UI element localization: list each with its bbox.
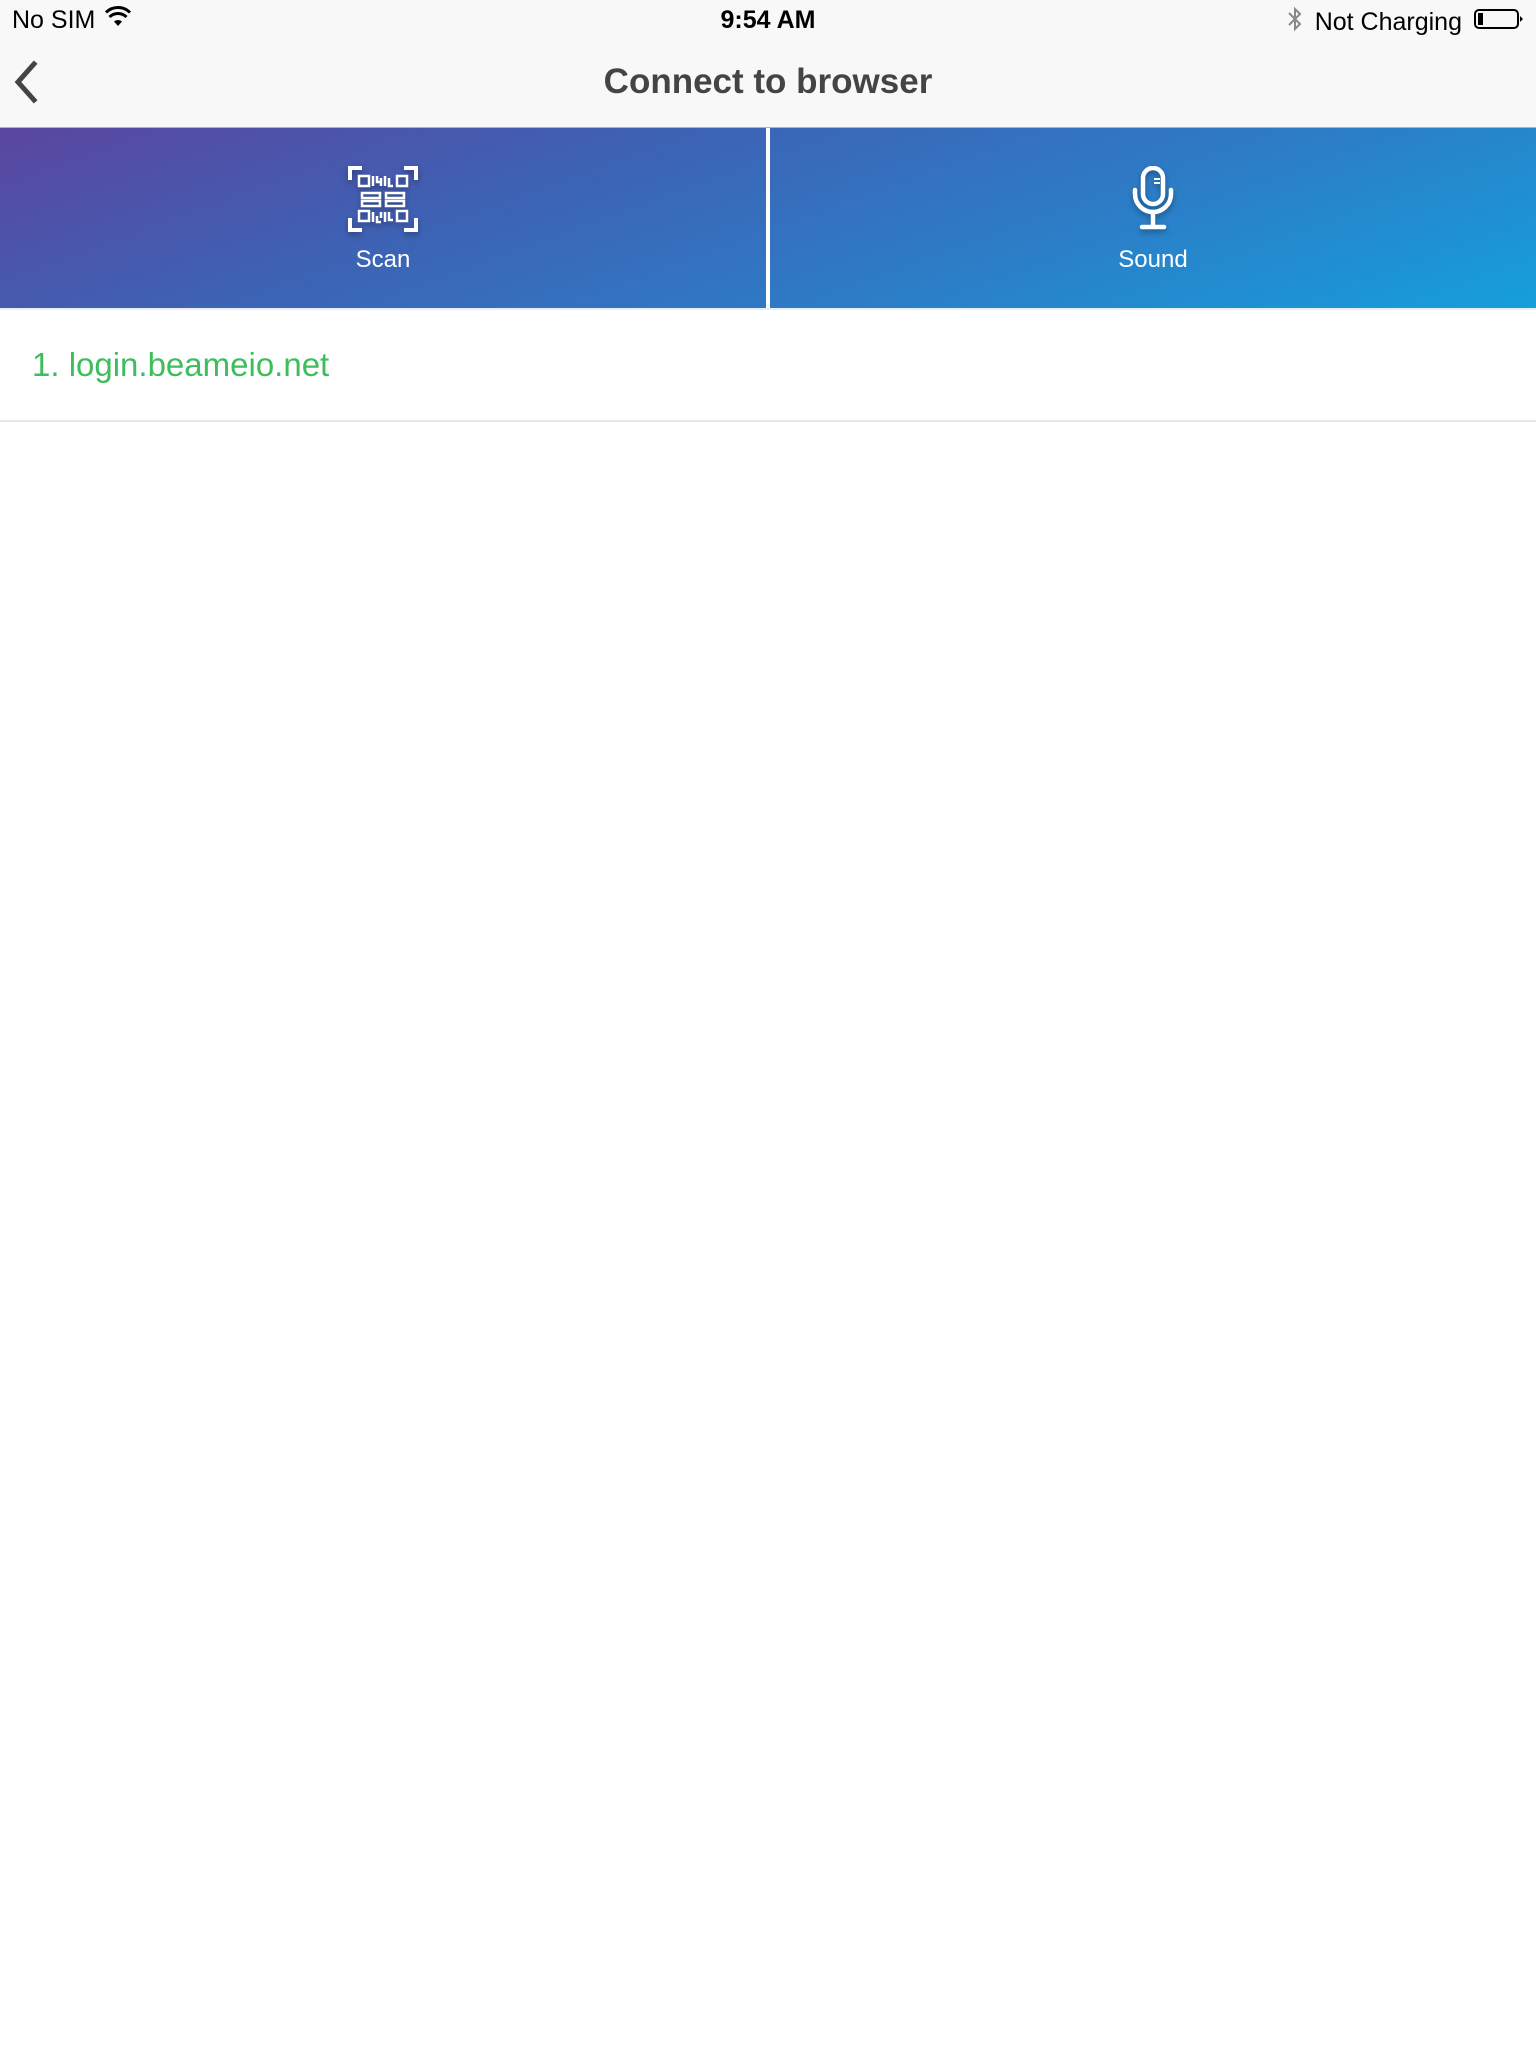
- scan-label: Scan: [355, 246, 411, 273]
- browser-list: 1. login.beameio.net: [0, 308, 1536, 422]
- navigation-bar: Connect to browser: [0, 40, 1536, 128]
- page-title: Connect to browser: [603, 62, 933, 101]
- qr-code-icon: [348, 166, 418, 232]
- connect-method-bar: Scan Sound: [0, 128, 1536, 308]
- microphone-icon: [1132, 166, 1174, 230]
- charging-status: Not Charging: [1314, 8, 1462, 36]
- battery-icon: [1474, 8, 1524, 37]
- sound-button[interactable]: Sound: [770, 128, 1536, 308]
- scan-button[interactable]: Scan: [0, 128, 766, 308]
- status-right: Not Charging: [1287, 6, 1524, 39]
- list-item[interactable]: 1. login.beameio.net: [0, 308, 1536, 422]
- bluetooth-icon: [1287, 6, 1303, 39]
- sound-label: Sound: [1118, 246, 1188, 273]
- status-bar: No SIM 9:54 AM Not Charging: [0, 0, 1536, 40]
- list-item-label: 1. login.beameio.net: [32, 346, 330, 383]
